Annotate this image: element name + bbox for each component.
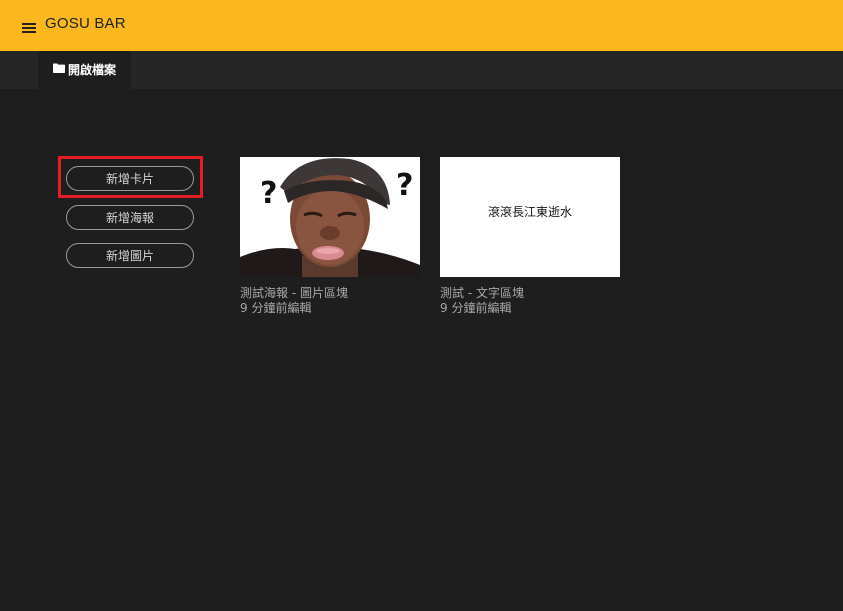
tab-label: 開啟檔案 xyxy=(67,62,116,77)
card-thumbnail: 滾滾長江東逝水 xyxy=(440,157,620,277)
tab-bar: 開啟檔案 xyxy=(0,51,843,89)
app-title: GOSU BAR xyxy=(45,15,126,32)
card-title: 測試 - 文字區塊 xyxy=(440,286,524,300)
svg-text:?: ? xyxy=(396,168,413,203)
card-title: 測試海報 - 圖片區塊 xyxy=(240,286,348,300)
thumbnail-text: 滾滾長江東逝水 xyxy=(487,204,572,219)
add-poster-button[interactable]: 新增海報 xyxy=(66,205,194,230)
card-edited-time: 9 分鐘前編輯 xyxy=(440,301,512,315)
add-card-button[interactable]: 新增卡片 xyxy=(66,166,194,191)
photo-thumbnail: ? ? xyxy=(240,157,420,277)
card-edited-time: 9 分鐘前編輯 xyxy=(240,301,312,315)
tab-open-file[interactable]: 開啟檔案 xyxy=(38,51,131,89)
folder-icon xyxy=(52,63,65,73)
app-bar: GOSU BAR xyxy=(0,0,843,51)
file-card-poster[interactable]: ? ? 測試海報 - 圖片區塊 9 分鐘前編輯 xyxy=(240,157,420,316)
add-image-button[interactable]: 新增圖片 xyxy=(66,243,194,268)
hamburger-menu-icon[interactable] xyxy=(22,22,36,33)
card-thumbnail: ? ? xyxy=(240,157,420,277)
svg-text:?: ? xyxy=(260,176,277,211)
file-card-text[interactable]: 滾滾長江東逝水 測試 - 文字區塊 9 分鐘前編輯 xyxy=(440,157,620,316)
